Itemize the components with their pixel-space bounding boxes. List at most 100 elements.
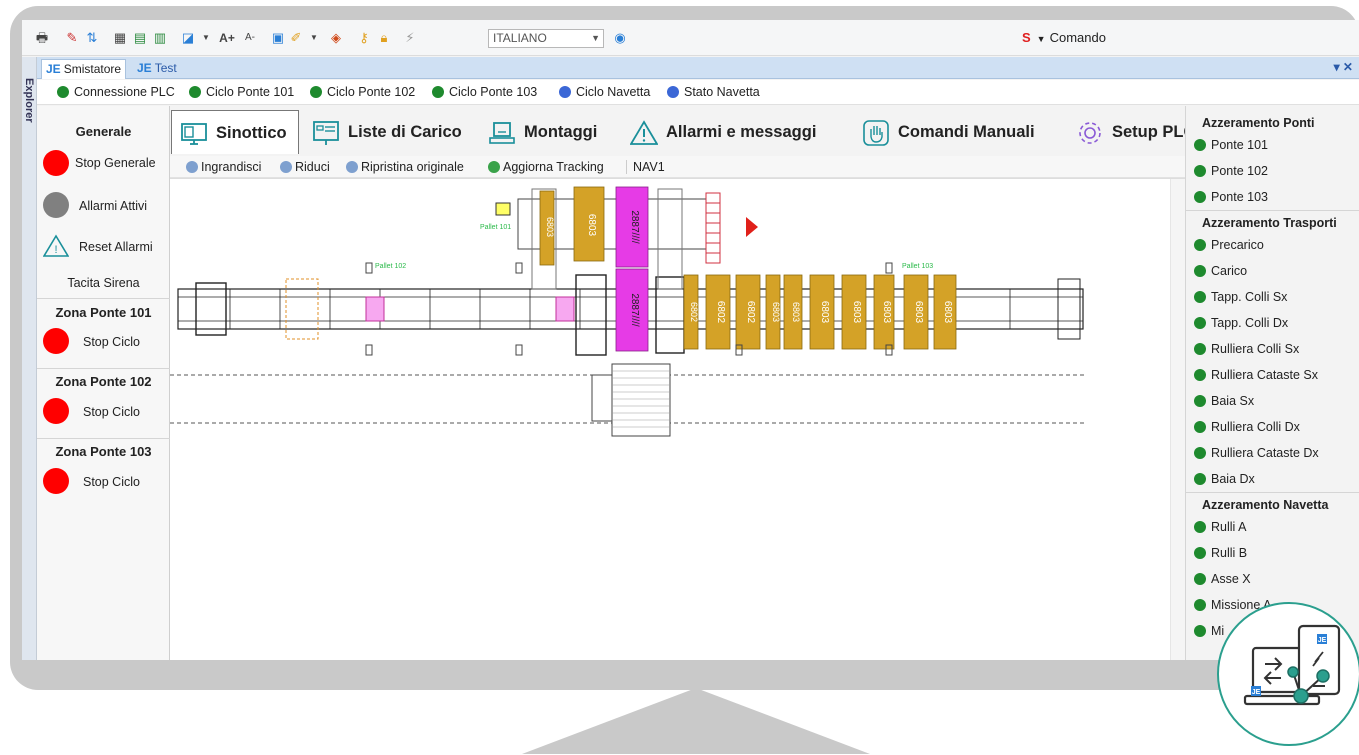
- hand-icon: [863, 119, 889, 146]
- reset-allarmi-button[interactable]: ! Reset Allarmi: [43, 234, 167, 262]
- synoptic-canvas[interactable]: Pallet 101 Pallet 102 Pallet 103 6803 68…: [170, 178, 1185, 660]
- reset-tapp-colli-sx[interactable]: Tapp. Colli Sx: [1194, 290, 1287, 304]
- refresh-icon[interactable]: ⇅: [84, 30, 100, 46]
- table-icon[interactable]: ▦: [112, 30, 128, 46]
- reset-rulli-a[interactable]: Rulli A: [1194, 520, 1246, 534]
- reset-rulliera-colli-dx[interactable]: Rulliera Colli Dx: [1194, 420, 1300, 434]
- chevron-down-icon[interactable]: ▼: [198, 30, 214, 46]
- nav1-button[interactable]: NAV1: [626, 160, 665, 174]
- reset-asse-x[interactable]: Asse X: [1194, 572, 1251, 586]
- reset-ponte-102[interactable]: Ponte 102: [1194, 164, 1268, 178]
- tab-comandi-manuali[interactable]: Comandi Manuali: [854, 110, 1064, 154]
- reset-carico[interactable]: Carico: [1194, 264, 1247, 278]
- pallet-101-marker: [495, 202, 511, 216]
- divider: [1186, 492, 1359, 493]
- alarm-indicator: [43, 192, 69, 218]
- main-toolbar: 🖶 ✎ ⇅ ▦ ▤ ▥ ◪ ▼ A+ A- ▣ ✐ ▼ ◈ ⚷ 🔒︎ ⚡︎ IT…: [22, 20, 1359, 56]
- status-dot: [1194, 139, 1206, 151]
- tab-label: Liste di Carico: [348, 123, 462, 141]
- allarmi-attivi-label: Allarmi Attivi: [79, 199, 148, 213]
- tab-label: Comandi Manuali: [898, 123, 1035, 141]
- globe-icon[interactable]: ◉: [612, 30, 628, 46]
- tab-allarmi-e-messaggi[interactable]: Allarmi e messaggi: [622, 110, 850, 154]
- ripristina-originale-button[interactable]: Ripristina originale: [346, 160, 464, 174]
- key-icon[interactable]: ⚷: [356, 30, 372, 46]
- window-icon[interactable]: ▣: [270, 30, 286, 46]
- status-ciclo-ponte-101: Ciclo Ponte 101: [189, 85, 294, 99]
- tab-test[interactable]: JE Test: [133, 59, 181, 79]
- stop-ciclo-103-button[interactable]: Stop Ciclo: [43, 468, 167, 496]
- stop-ciclo-label: Stop Ciclo: [83, 335, 140, 349]
- stop-indicator: [43, 468, 69, 494]
- sheet-icon[interactable]: ▤: [132, 30, 148, 46]
- divider: [1186, 210, 1359, 211]
- reset-rulliera-cataste-dx[interactable]: Rulliera Cataste Dx: [1194, 446, 1319, 460]
- status-dot: [559, 86, 571, 98]
- chart-icon[interactable]: ◪: [180, 30, 196, 46]
- status-dot: [667, 86, 679, 98]
- status-ciclo-ponte-102: Ciclo Ponte 102: [310, 85, 415, 99]
- pencil-icon[interactable]: ✎: [64, 30, 80, 46]
- print-icon[interactable]: 🖶: [34, 30, 50, 46]
- plug-icon[interactable]: ⚡︎: [402, 30, 418, 46]
- stop-generale-button[interactable]: Stop Generale: [43, 150, 167, 178]
- ingrandisci-button[interactable]: Ingrandisci: [186, 160, 261, 174]
- chevron-down-icon: ▼: [591, 33, 600, 43]
- je-icon: JE: [46, 62, 61, 76]
- logo-badge-b: JE: [1252, 689, 1261, 696]
- package-top-1-label: 6803: [545, 217, 555, 237]
- transfer-station: [575, 274, 607, 356]
- tab-smistatore[interactable]: JE Smistatore: [41, 59, 127, 79]
- reset-ponte-101[interactable]: Ponte 101: [1194, 138, 1268, 152]
- reset-rulliera-cataste-sx[interactable]: Rulliera Cataste Sx: [1194, 368, 1318, 382]
- status-connessione-plc: Connessione PLC: [57, 85, 175, 99]
- reset-ponte-103[interactable]: Ponte 103: [1194, 190, 1268, 204]
- reset-rulli-b[interactable]: Rulli B: [1194, 546, 1247, 560]
- main-tabs: Sinottico Liste di Carico Montaggi Allar…: [170, 106, 1195, 156]
- language-select[interactable]: ITALIANO ▼: [488, 29, 604, 48]
- vertical-scrollbar[interactable]: [1170, 179, 1185, 660]
- refresh-icon: [488, 161, 500, 173]
- highlighter-icon[interactable]: ✐: [288, 30, 304, 46]
- stop-ciclo-101-button[interactable]: Stop Ciclo: [43, 328, 167, 356]
- aggiorna-tracking-button[interactable]: Aggiorna Tracking: [488, 160, 604, 174]
- lock-icon[interactable]: 🔒︎: [376, 30, 392, 46]
- divider: [37, 438, 170, 439]
- connectivity-logo: JE JE: [1217, 602, 1359, 746]
- azzeramento-navetta-heading: Azzeramento Navetta: [1202, 498, 1329, 512]
- stop-generale-label: Stop Generale: [75, 156, 156, 170]
- explorer-strip[interactable]: Explorer: [22, 57, 37, 660]
- tab-liste-di-carico[interactable]: Liste di Carico: [304, 110, 476, 154]
- tab-sinottico[interactable]: Sinottico: [171, 110, 299, 154]
- tab-label: Setup PLC: [1112, 123, 1196, 141]
- status-dot: [1194, 165, 1206, 177]
- reset-precarico[interactable]: Precarico: [1194, 238, 1264, 252]
- plc-status-bar: Connessione PLC Ciclo Ponte 101 Ciclo Po…: [37, 80, 1359, 105]
- package-icon[interactable]: ◈: [328, 30, 344, 46]
- stop-indicator: [43, 328, 69, 354]
- chevron-down-icon[interactable]: ▼: [306, 30, 322, 46]
- riduci-button[interactable]: Riduci: [280, 160, 330, 174]
- right-reset-panel: Azzeramento Ponti Ponte 101 Ponte 102 Po…: [1185, 106, 1359, 660]
- reset-baia-dx[interactable]: Baia Dx: [1194, 472, 1255, 486]
- reset-rulliera-colli-sx[interactable]: Rulliera Colli Sx: [1194, 342, 1299, 356]
- azzeramento-trasporti-heading: Azzeramento Trasporti: [1202, 216, 1337, 230]
- reset-baia-sx[interactable]: Baia Sx: [1194, 394, 1254, 408]
- reset-tapp-colli-dx[interactable]: Tapp. Colli Dx: [1194, 316, 1288, 330]
- font-decrease-button[interactable]: A-: [240, 30, 260, 46]
- svg-text:!: !: [54, 244, 57, 256]
- left-control-panel: Generale Stop Generale Allarmi Attivi ! …: [37, 106, 170, 660]
- document-tabs: JE Smistatore JE Test ▾ ✕: [37, 57, 1359, 79]
- plant-diagram: Pallet 101 Pallet 102 Pallet 103 6803 68…: [170, 186, 1085, 437]
- allarmi-attivi-button[interactable]: Allarmi Attivi: [43, 192, 167, 220]
- font-increase-button[interactable]: A+: [216, 30, 238, 46]
- alarm-arrow: [746, 217, 758, 237]
- tab-montaggi[interactable]: Montaggi: [480, 110, 618, 154]
- comando-menu[interactable]: S ▼ Comando: [1022, 30, 1106, 45]
- comando-label: Comando: [1049, 30, 1106, 45]
- tab-controls[interactable]: ▾ ✕: [1334, 60, 1353, 74]
- status-dot: [57, 86, 69, 98]
- tacita-sirena-button[interactable]: Tacita Sirena: [37, 276, 170, 290]
- sheet-export-icon[interactable]: ▥: [152, 30, 168, 46]
- stop-ciclo-102-button[interactable]: Stop Ciclo: [43, 398, 167, 426]
